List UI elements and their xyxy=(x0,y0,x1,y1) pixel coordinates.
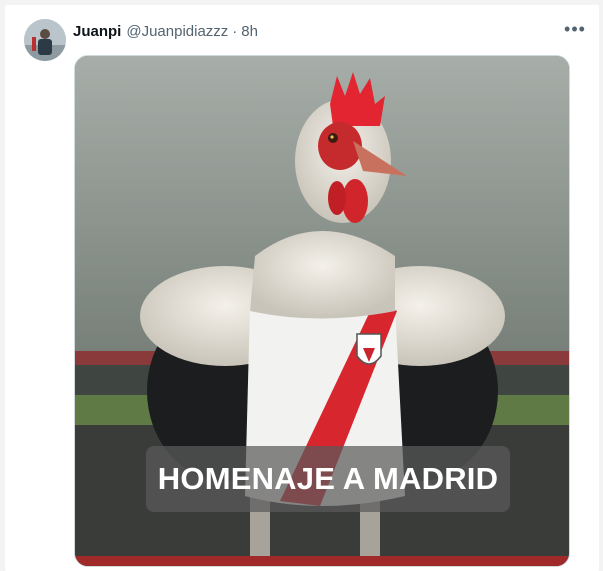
separator-dot: · xyxy=(232,22,238,40)
tweet-timestamp[interactable]: 8h xyxy=(241,23,258,40)
tweet-header: Juanpi @Juanpidiazzz · 8h xyxy=(73,20,589,42)
tweet-card[interactable]: Juanpi @Juanpidiazzz · 8h ••• HOMENAJE A… xyxy=(5,5,599,571)
avatar-image xyxy=(24,19,66,61)
avatar[interactable] xyxy=(24,19,66,61)
overlay-banner: HOMENAJE A MADRID xyxy=(146,446,510,512)
tweet-media[interactable]: HOMENAJE A MADRID xyxy=(74,55,570,567)
author-handle[interactable]: @Juanpidiazzz xyxy=(126,23,228,40)
more-options-icon[interactable]: ••• xyxy=(563,19,587,39)
author-name[interactable]: Juanpi xyxy=(73,23,121,40)
overlay-title: HOMENAJE A MADRID xyxy=(157,461,499,496)
